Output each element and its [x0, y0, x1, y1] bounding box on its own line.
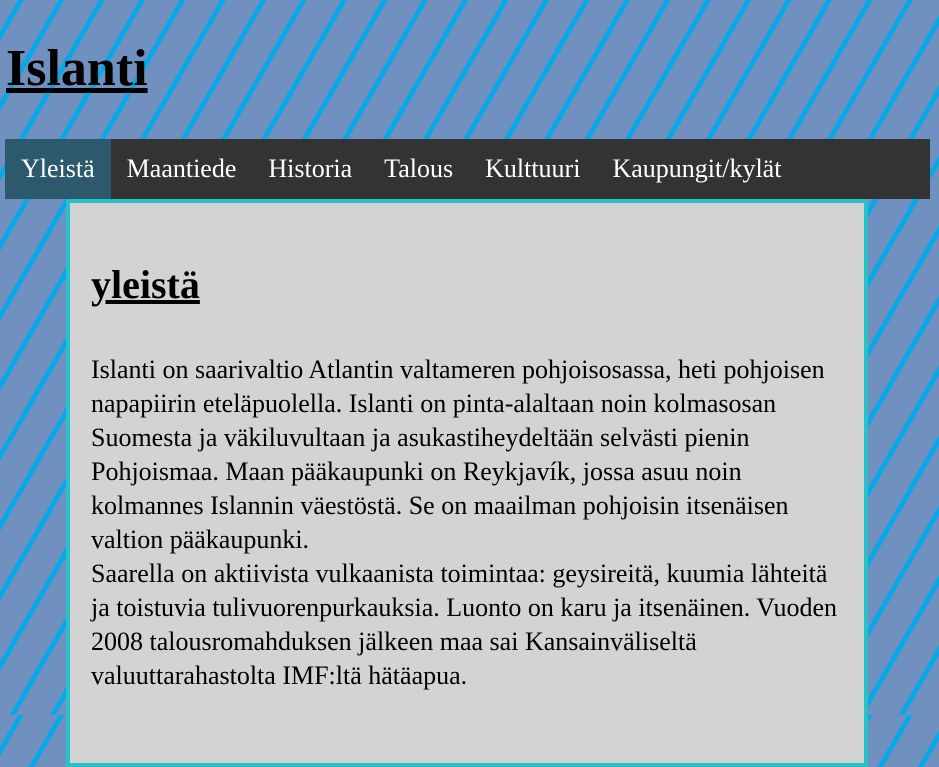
section-heading: yleistä: [91, 262, 200, 307]
nav-item-historia[interactable]: Historia: [252, 139, 368, 199]
article-paragraph: Saarella on aktiivista vulkaanista toimi…: [91, 559, 838, 690]
nav-item-maantiede[interactable]: Maantiede: [111, 139, 253, 199]
article-paragraph: Islanti on saarivaltio Atlantin valtamer…: [91, 355, 825, 554]
nav-item-yleista[interactable]: Yleistä: [5, 139, 111, 199]
nav-item-talous[interactable]: Talous: [368, 139, 469, 199]
main-nav: Yleistä Maantiede Historia Talous Kulttu…: [5, 139, 930, 199]
article-body: Islanti on saarivaltio Atlantin valtamer…: [91, 353, 851, 693]
content-panel: yleistä Islanti on saarivaltio Atlantin …: [66, 199, 868, 767]
nav-item-kulttuuri[interactable]: Kulttuuri: [469, 139, 596, 199]
nav-item-kaupungit[interactable]: Kaupungit/kylät: [596, 139, 797, 199]
site-title: Islanti: [6, 40, 148, 97]
